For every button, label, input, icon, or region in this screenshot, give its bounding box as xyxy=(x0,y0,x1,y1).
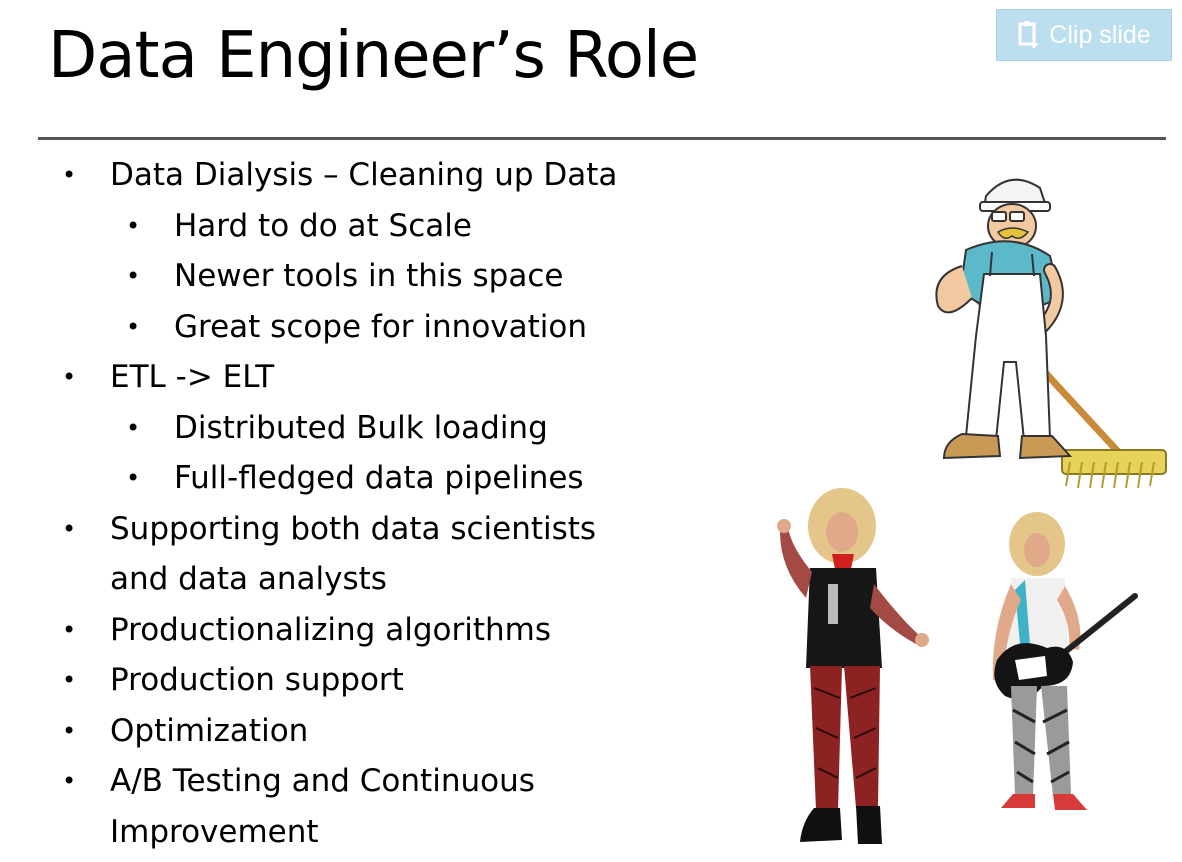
janitor-sweeping-illustration xyxy=(935,178,1167,489)
bullet-line: Supporting both data scientists xyxy=(110,510,597,547)
bullet-line: A/B Testing and Continuous xyxy=(110,763,535,799)
bullet-item: Optimization xyxy=(0,706,700,757)
rocker-illustration xyxy=(777,488,929,844)
title-divider xyxy=(38,137,1166,140)
clip-slide-label: Clip slide xyxy=(1049,20,1151,49)
bullet-item: Supporting both data scientists and data… xyxy=(0,504,700,605)
bullet-item: ETL -> ELT xyxy=(0,352,700,403)
bullet-item: Production support xyxy=(0,655,700,706)
bullet-item: Productionalizing algorithms xyxy=(0,605,700,656)
sub-bullet-item: Newer tools in this space xyxy=(0,251,700,302)
bullet-line: Improvement xyxy=(110,813,319,850)
bullet-item: Data Dialysis – Cleaning up Data xyxy=(0,150,700,201)
sub-bullet-item: Distributed Bulk loading xyxy=(0,403,700,454)
sub-bullet-item: Full-fledged data pipelines xyxy=(0,453,700,504)
bullet-list: Data Dialysis – Cleaning up Data Hard to… xyxy=(0,150,700,857)
clip-icon xyxy=(1017,21,1041,49)
guitarist-illustration xyxy=(992,512,1138,810)
sub-bullet-item: Hard to do at Scale xyxy=(0,201,700,252)
sub-bullet-item: Great scope for innovation xyxy=(0,302,700,353)
bullet-item: A/B Testing and Continuous Improvement xyxy=(0,756,700,857)
slide: Data Engineer’s Role Clip slide Data Dia… xyxy=(0,0,1182,862)
slide-title: Data Engineer’s Role xyxy=(48,19,699,93)
bullet-line: and data analysts xyxy=(110,561,387,597)
clip-slide-button[interactable]: Clip slide xyxy=(996,9,1172,61)
